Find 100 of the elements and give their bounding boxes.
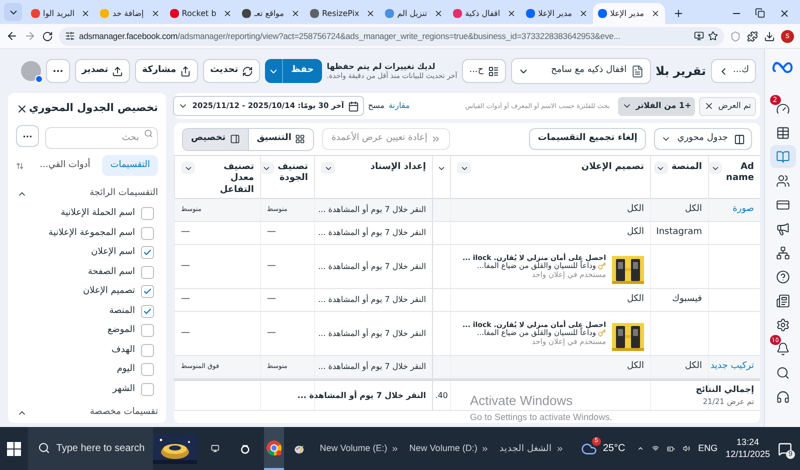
table-cell-text: الكل	[626, 360, 644, 374]
column-menu-button[interactable]	[260, 162, 274, 174]
report-select[interactable]: اقفال ذكيه مع سامح	[510, 58, 651, 84]
checkbox[interactable]	[141, 226, 154, 240]
filter-chip[interactable]: تم العرض	[699, 96, 756, 116]
column-menu-button[interactable]	[181, 162, 195, 174]
close-icon	[366, 9, 376, 18]
checkbox[interactable]	[141, 207, 154, 220]
column-menu-button[interactable]	[321, 162, 335, 174]
segment-tab[interactable]: تخصيص	[183, 128, 249, 150]
checkbox-label: الهدف	[112, 344, 135, 356]
checkbox[interactable]	[141, 246, 154, 260]
browser-tab[interactable]: ResizePix	[304, 3, 380, 24]
key-icon	[598, 262, 606, 270]
column-menu-button[interactable]	[654, 162, 668, 174]
credit-card-icon	[776, 198, 790, 212]
view-select[interactable]: جدول محوري	[654, 128, 752, 150]
task-view-icon	[211, 442, 220, 455]
download-icon	[764, 30, 775, 42]
close-icon	[579, 9, 588, 18]
panel-search-field[interactable]: بحث	[45, 127, 158, 149]
newspaper-icon	[776, 294, 790, 308]
compare-link[interactable]: مقارنة	[388, 100, 410, 112]
browser-tab[interactable]: البريد الوا	[26, 3, 96, 24]
column-menu-button[interactable]	[457, 162, 471, 174]
panel-tab[interactable]: التقسيمات	[102, 155, 158, 176]
browser-tab[interactable]: إضافة خد	[95, 3, 165, 24]
save-button[interactable]: حفظ	[283, 59, 322, 83]
caret-icon	[437, 164, 446, 173]
ad-name-link[interactable]: صورة	[732, 203, 754, 217]
checkbox-label: اسم الإعلان	[91, 246, 135, 259]
table-cell-text: —	[181, 326, 190, 340]
browser-tab[interactable]: اقفال ذكية	[448, 3, 522, 24]
headset-icon	[776, 390, 790, 404]
section-title: تقسيمات مخصصة	[90, 406, 158, 420]
browser-tab[interactable]: مدير الإعلا	[521, 3, 594, 24]
calendar-icon	[348, 100, 359, 112]
ungroup-button[interactable]: إلغاء تجميع التقسيمات	[528, 128, 646, 150]
browser-tab[interactable]: مواقع تعـ	[237, 3, 305, 24]
share-button[interactable]: مشاركة	[135, 59, 198, 83]
share-icon	[180, 66, 192, 76]
checkbox[interactable]	[141, 324, 154, 338]
report-menu-button[interactable]: ح...	[462, 59, 506, 83]
checkbox[interactable]	[141, 382, 154, 396]
chrome-taskbar-item[interactable]	[264, 427, 284, 470]
table-cell-text: —	[267, 260, 276, 273]
table-cell-text: —	[267, 326, 276, 340]
checkbox[interactable]	[141, 285, 154, 298]
key-icon	[598, 329, 606, 338]
toolbar-label: الشغل الجديد	[499, 442, 552, 455]
resize-icon	[431, 134, 442, 144]
taskbar-search-field[interactable]: Type here to search	[28, 427, 154, 470]
close-icon	[778, 8, 790, 18]
toolbar-label: New Volume (E:)	[320, 442, 388, 455]
checkbox[interactable]	[141, 304, 154, 318]
checkbox[interactable]	[141, 344, 154, 357]
column-header: المنصة	[672, 162, 702, 174]
gauge-icon	[776, 102, 790, 116]
document-icon	[630, 64, 644, 78]
table-cell: النقر خلال 7 يوم أو المشاهدة ...	[318, 361, 426, 373]
volume-icon	[683, 443, 690, 454]
column-header: تصميم الإعلان	[581, 162, 644, 174]
table-cell-text: فيسبوك	[672, 293, 702, 306]
account-avatar[interactable]	[20, 61, 41, 81]
close-icon	[16, 103, 28, 115]
megaphone-icon	[776, 222, 790, 236]
back-button[interactable]: ك...	[710, 59, 756, 83]
checkbox[interactable]	[141, 266, 154, 279]
browser-tab[interactable]: Rocket b	[164, 3, 238, 24]
unsaved-notice: لديك تغييرات لم يتم حفظها	[326, 62, 436, 71]
clear-link[interactable]: مسح	[368, 100, 385, 112]
chevrons-icon	[556, 444, 564, 452]
table-cell-text: الكل	[626, 226, 644, 240]
browser-tab[interactable]: مدير الإعلا	[593, 3, 666, 24]
checkbox-label: اليوم	[116, 363, 135, 376]
save-options-button[interactable]	[265, 59, 284, 83]
activation-notice-text: Go to Settings to activate Windows.	[470, 410, 612, 424]
column-menu-button[interactable]	[708, 162, 722, 174]
profile-avatar[interactable]: s	[781, 30, 794, 42]
install-icon	[694, 31, 704, 41]
check-icon	[143, 248, 152, 258]
url-field[interactable]: adsmanager.facebook.com/adsmanager/reporting/view?act=258756724&ads_manager_write_regions=true&business_id=3733228383642953&eve...	[59, 26, 724, 46]
browser-tab[interactable]: تنزيل الم	[380, 3, 448, 24]
export-button[interactable]: تصدير	[74, 59, 130, 83]
more-filters-button[interactable]: +1 من الفلاتر	[618, 96, 696, 116]
tab-list-button[interactable]	[4, 3, 22, 21]
table-cell: النقر خلال 7 يوم أو المشاهدة ...	[318, 227, 426, 239]
panel-tab[interactable]: أدوات القي...	[32, 155, 98, 176]
chevrons-icon	[481, 444, 490, 452]
refresh-button[interactable]: تحديث	[203, 59, 260, 83]
panel-title: تخصيص الجدول المحوري	[29, 101, 158, 116]
ad-name-link[interactable]: تركيب جديد	[710, 360, 754, 374]
table-cell-text: الكل	[684, 360, 702, 374]
list-icon	[488, 66, 499, 76]
close-icon	[434, 9, 444, 18]
close-icon	[223, 9, 232, 18]
close-icon	[507, 9, 516, 18]
upload-icon	[112, 66, 124, 76]
checkbox[interactable]	[141, 363, 154, 376]
restore-icon	[755, 8, 765, 18]
